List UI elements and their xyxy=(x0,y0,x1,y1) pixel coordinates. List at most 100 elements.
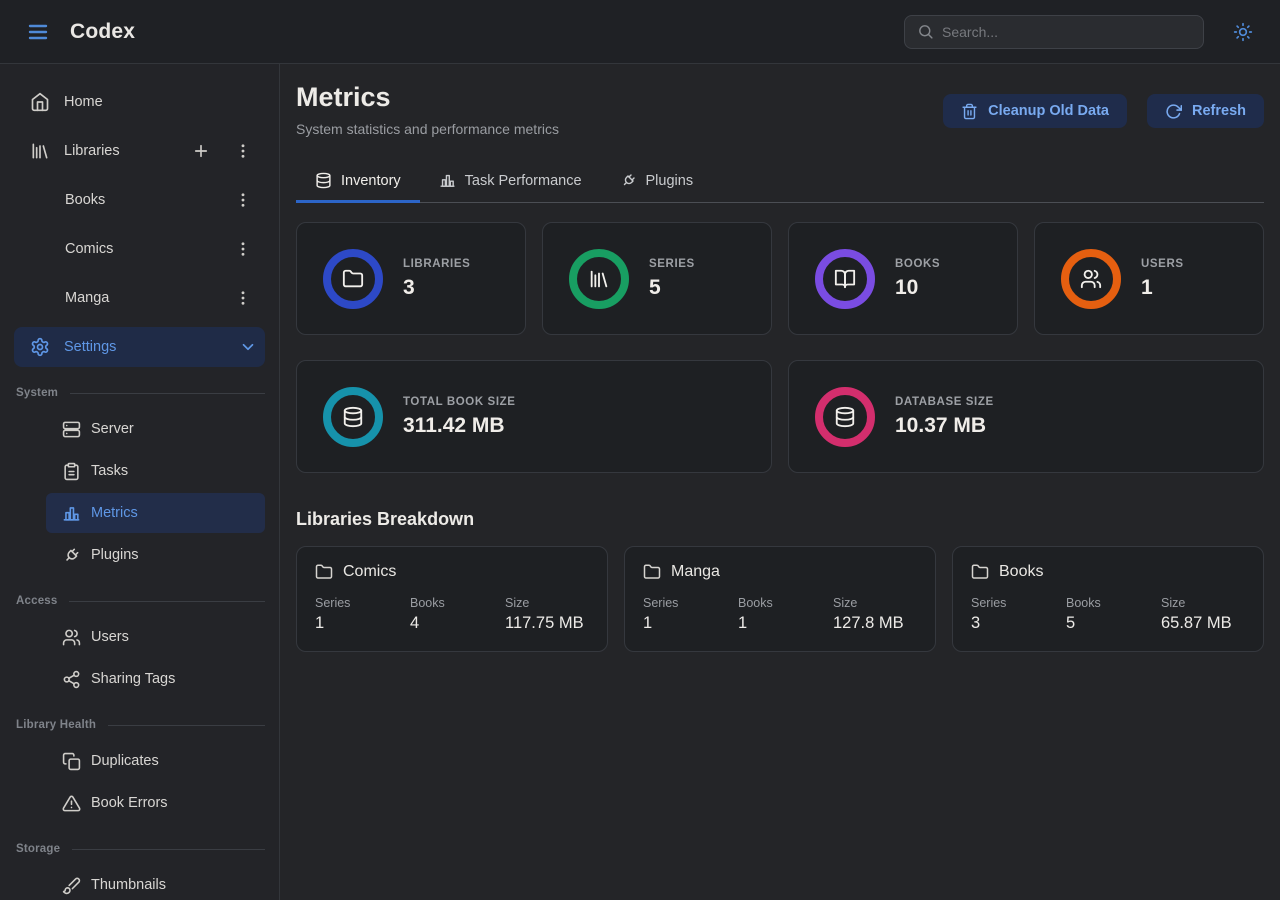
main-content: Metrics System statistics and performanc… xyxy=(280,64,1280,900)
col-label-size: Size xyxy=(833,596,904,610)
library-item-label: Comics xyxy=(65,241,215,257)
refresh-icon xyxy=(1165,103,1182,120)
sidebar-item-libraries[interactable]: Libraries xyxy=(14,131,265,171)
sidebar-item-plugins[interactable]: Plugins xyxy=(46,535,265,575)
col-label-books: Books xyxy=(410,596,505,610)
sidebar-item-library-books[interactable]: Books xyxy=(14,180,265,220)
sidebar-item-settings[interactable]: Settings xyxy=(14,327,265,367)
menu-button[interactable] xyxy=(20,14,56,50)
sidebar-item-tasks[interactable]: Tasks xyxy=(46,451,265,491)
sidebar-item-label: Server xyxy=(91,421,134,437)
libraries-menu-button[interactable] xyxy=(229,137,257,165)
stat-label: SERIES xyxy=(649,258,695,270)
page-subtitle: System statistics and performance metric… xyxy=(296,121,559,137)
cleanup-old-data-button[interactable]: Cleanup Old Data xyxy=(943,94,1127,128)
sidebar-item-label: Settings xyxy=(64,339,225,355)
stat-card-libraries: LIBRARIES 3 xyxy=(296,222,526,335)
users-icon xyxy=(1080,268,1102,290)
library-card-name: Books xyxy=(999,563,1043,581)
tab-inventory[interactable]: Inventory xyxy=(296,163,420,203)
tab-plugins[interactable]: Plugins xyxy=(601,163,713,203)
sidebar-item-label: Duplicates xyxy=(91,753,159,769)
sidebar-item-sharing-tags[interactable]: Sharing Tags xyxy=(46,659,265,699)
sidebar-item-label: Thumbnails xyxy=(91,877,166,893)
folder-icon xyxy=(342,268,364,290)
users-icon xyxy=(62,628,81,647)
size-value: 127.8 MB xyxy=(833,614,904,633)
stat-value: 1 xyxy=(1141,276,1184,300)
section-divider xyxy=(70,393,265,394)
stat-label: DATABASE SIZE xyxy=(895,396,994,408)
library-manga-menu-button[interactable] xyxy=(229,284,257,312)
sidebar-item-library-manga[interactable]: Manga xyxy=(14,278,265,318)
sidebar-section-system: System xyxy=(14,387,265,399)
search-box[interactable] xyxy=(904,15,1204,49)
sidebar-item-label: Users xyxy=(91,629,129,645)
clipboard-icon xyxy=(62,462,81,481)
tab-task-performance[interactable]: Task Performance xyxy=(420,163,601,203)
sidebar-item-duplicates[interactable]: Duplicates xyxy=(46,741,265,781)
section-divider xyxy=(108,725,265,726)
stat-value: 10 xyxy=(895,276,940,300)
search-input[interactable] xyxy=(942,24,1191,40)
users-ring xyxy=(1061,249,1121,309)
server-icon xyxy=(62,420,81,439)
library-comics-menu-button[interactable] xyxy=(229,235,257,263)
stat-value: 5 xyxy=(649,276,695,300)
sidebar-item-thumbnails[interactable]: Thumbnails xyxy=(46,865,265,900)
sidebar-item-users[interactable]: Users xyxy=(46,617,265,657)
plug-icon xyxy=(62,546,81,565)
stat-label: USERS xyxy=(1141,258,1184,270)
sidebar-item-home[interactable]: Home xyxy=(14,82,265,122)
plug-icon xyxy=(620,172,637,189)
books-count: 5 xyxy=(1066,614,1161,633)
stat-value: 3 xyxy=(403,276,470,300)
col-label-series: Series xyxy=(315,596,410,610)
library-card-name: Manga xyxy=(671,563,720,581)
sidebar-section-access: Access xyxy=(14,595,265,607)
folder-icon xyxy=(315,563,333,581)
refresh-button[interactable]: Refresh xyxy=(1147,94,1264,128)
database-icon xyxy=(315,172,332,189)
col-label-series: Series xyxy=(971,596,1066,610)
copy-icon xyxy=(62,752,81,771)
library-card-books: Books Series 3 Books 5 Size 65.87 MB xyxy=(952,546,1264,652)
series-count: 3 xyxy=(971,614,1066,633)
sidebar-item-metrics[interactable]: Metrics xyxy=(46,493,265,533)
series-ring xyxy=(569,249,629,309)
sidebar-item-library-comics[interactable]: Comics xyxy=(14,229,265,269)
button-label: Cleanup Old Data xyxy=(988,103,1109,119)
database-size-ring xyxy=(815,387,875,447)
paintbrush-icon xyxy=(62,876,81,895)
stat-card-books: BOOKS 10 xyxy=(788,222,1018,335)
section-divider xyxy=(72,849,265,850)
series-count: 1 xyxy=(315,614,410,633)
sidebar-item-label: Book Errors xyxy=(91,795,168,811)
add-library-button[interactable] xyxy=(187,137,215,165)
stat-value: 311.42 MB xyxy=(403,414,516,438)
theme-toggle-button[interactable] xyxy=(1226,15,1260,49)
library-icon xyxy=(30,141,50,161)
page-title: Metrics xyxy=(296,82,559,113)
database-icon xyxy=(342,406,364,428)
tab-label: Inventory xyxy=(341,173,401,189)
stat-card-database-size: DATABASE SIZE 10.37 MB xyxy=(788,360,1264,473)
button-label: Refresh xyxy=(1192,103,1246,119)
library-item-label: Manga xyxy=(65,290,215,306)
tab-label: Task Performance xyxy=(465,173,582,189)
library-icon xyxy=(588,268,610,290)
search-icon xyxy=(917,23,934,40)
books-count: 4 xyxy=(410,614,505,633)
kebab-menu-icon xyxy=(234,289,252,307)
kebab-menu-icon xyxy=(234,142,252,160)
hamburger-icon xyxy=(26,20,50,44)
sidebar: Home Libraries Books Comics Manga xyxy=(0,64,280,900)
library-books-menu-button[interactable] xyxy=(229,186,257,214)
sidebar-item-book-errors[interactable]: Book Errors xyxy=(46,783,265,823)
database-icon xyxy=(834,406,856,428)
sidebar-item-server[interactable]: Server xyxy=(46,409,265,449)
bar-chart-icon xyxy=(439,172,456,189)
stat-card-total-book-size: TOTAL BOOK SIZE 311.42 MB xyxy=(296,360,772,473)
libraries-breakdown-title: Libraries Breakdown xyxy=(296,509,1264,530)
size-value: 65.87 MB xyxy=(1161,614,1232,633)
